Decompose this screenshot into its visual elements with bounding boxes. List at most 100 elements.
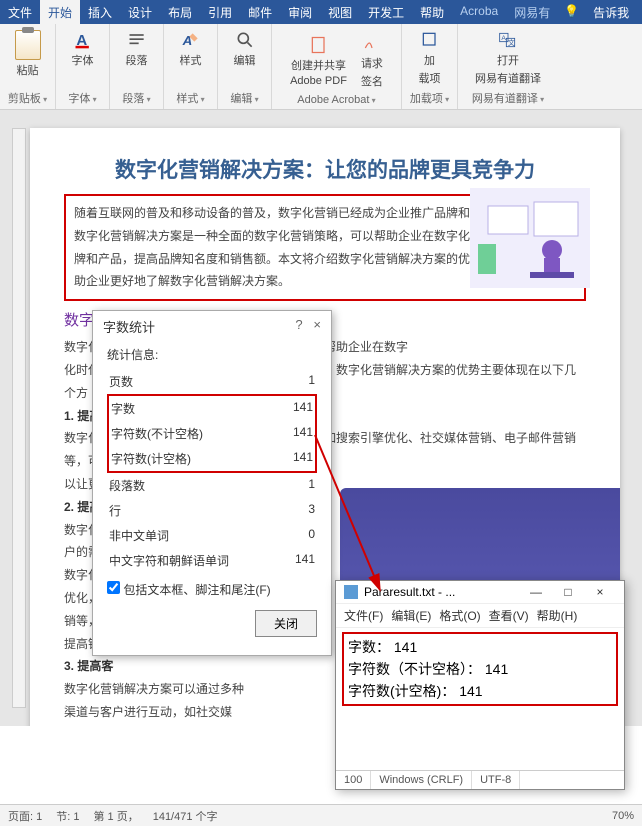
tab-help[interactable]: 帮助 <box>412 0 452 24</box>
svg-text:A: A <box>181 33 192 48</box>
wc-row-nonasian: 非中文单词0 <box>107 523 317 548</box>
addin-label2: 载项 <box>419 70 441 86</box>
np-menu-format[interactable]: 格式(O) <box>439 607 480 624</box>
status-section[interactable]: 节: 1 <box>56 808 79 824</box>
notepad-close[interactable]: × <box>584 585 616 599</box>
np-line-3: 字符数(计空格)： 141 <box>348 680 612 702</box>
wc-info-label: 统计信息: <box>107 346 317 363</box>
wc-row-lines: 行3 <box>107 498 317 523</box>
tab-design[interactable]: 设计 <box>120 0 160 24</box>
status-wordcount[interactable]: 141/471 个字 <box>153 808 218 824</box>
np-line-2: 字符数（不计空格）： 141 <box>348 658 612 680</box>
clipboard-group-label: 剪贴板 <box>8 90 47 107</box>
paste-label: 粘贴 <box>17 62 39 78</box>
netease-button[interactable]: A文 打开 网易有道翻译 <box>471 28 545 88</box>
notepad-body[interactable]: 字数： 141 字符数（不计空格）： 141 字符数(计空格)： 141 <box>336 628 624 710</box>
netease-group-label: 网易有道翻译 <box>472 90 544 107</box>
svg-text:文: 文 <box>508 38 515 47</box>
request-sign-button[interactable]: 请求 签名 <box>357 31 387 91</box>
status-zoom[interactable]: 70% <box>612 810 634 822</box>
wc-row-asian: 中文字符和朝鲜语单词141 <box>107 548 317 573</box>
acrobat-group-label: Adobe Acrobat <box>297 94 375 107</box>
status-page-of[interactable]: 第 1 页， <box>93 808 138 824</box>
addins-button[interactable]: 加 载项 <box>415 28 445 88</box>
tab-review[interactable]: 审阅 <box>280 0 320 24</box>
wc-include-checkbox[interactable]: 包括文本框、脚注和尾注(F) <box>107 581 317 598</box>
np-line-1: 字数： 141 <box>348 636 612 658</box>
notepad-maximize[interactable]: □ <box>552 585 584 599</box>
notepad-statusbar: 100 Windows (CRLF) UTF-8 <box>336 770 624 789</box>
tab-mailings[interactable]: 邮件 <box>240 0 280 24</box>
wc-close-button[interactable]: × <box>313 317 321 332</box>
notepad-highlight: 字数： 141 字符数（不计空格）： 141 字符数(计空格)： 141 <box>342 632 618 706</box>
wc-row-words: 字数141 <box>109 396 315 421</box>
styles-button[interactable]: A 样式 <box>176 28 206 70</box>
font-icon: A <box>73 30 93 50</box>
np-menu-help[interactable]: 帮助(H) <box>537 607 578 624</box>
create-pdf-button[interactable]: 创建并共享 Adobe PDF <box>286 33 351 89</box>
tab-file[interactable]: 文件 <box>0 0 40 24</box>
status-page[interactable]: 页面: 1 <box>8 808 42 824</box>
tell-me[interactable]: 告诉我 <box>585 0 637 24</box>
word-statusbar: 页面: 1 节: 1 第 1 页， 141/471 个字 70% <box>0 804 642 826</box>
tab-developer[interactable]: 开发工 <box>360 0 412 24</box>
svg-text:A: A <box>501 35 506 42</box>
search-icon <box>235 30 255 50</box>
netease-label: 网易有道翻译 <box>475 70 541 86</box>
wc-row-paragraphs: 段落数1 <box>107 473 317 498</box>
np-encoding: UTF-8 <box>472 771 520 789</box>
wc-dialog-title: 字数统计 <box>103 317 155 336</box>
create-pdf-label: 创建并共享 <box>291 57 346 73</box>
wc-highlighted-rows: 字数141 字符数(不计空格)141 字符数(计空格)141 <box>107 394 317 473</box>
tab-netease[interactable]: 网易有 <box>506 0 558 24</box>
pdf-icon <box>309 35 329 55</box>
edit-button[interactable]: 编辑 <box>230 28 260 70</box>
np-zoom: 100 <box>336 771 371 789</box>
tab-layout[interactable]: 布局 <box>160 0 200 24</box>
addins-group-label: 加载项 <box>410 90 449 107</box>
notepad-minimize[interactable]: — <box>520 585 552 599</box>
clipboard-icon <box>15 30 41 60</box>
wc-row-pages: 页数1 <box>107 369 317 394</box>
ribbon: 粘贴 剪贴板 A 字体 字体 段落 段落 A 样式 样式 编辑 编辑 <box>0 24 642 110</box>
addin-icon <box>420 30 440 50</box>
paste-button[interactable]: 粘贴 <box>11 28 45 80</box>
p11: 数字化营销解决方案可以通过多种渠道与客户进行互动，如社交媒体、在线客服等，可以及… <box>64 678 244 726</box>
translate-icon: A文 <box>498 30 518 50</box>
styles-icon: A <box>181 30 201 50</box>
annotation-arrow <box>310 430 410 610</box>
paragraph-icon <box>127 30 147 50</box>
tab-references[interactable]: 引用 <box>200 0 240 24</box>
font-button[interactable]: A 字体 <box>68 28 98 70</box>
font-group-label: 字体 <box>68 90 96 107</box>
addin-label1: 加 <box>424 52 435 68</box>
request-label: 请求 <box>361 55 383 71</box>
paragraph-label: 段落 <box>126 52 148 68</box>
lightbulb-icon: 💡 <box>558 0 585 24</box>
edit-label: 编辑 <box>234 52 256 68</box>
wc-help-button[interactable]: ? <box>295 317 302 332</box>
doc-title: 数字化营销解决方案：让您的品牌更具竞争力 <box>64 154 586 184</box>
tab-view[interactable]: 视图 <box>320 0 360 24</box>
wc-close-btn[interactable]: 关闭 <box>255 610 317 637</box>
np-encoding-crlf: Windows (CRLF) <box>371 771 472 789</box>
wc-row-chars-nospace: 字符数(不计空格)141 <box>109 421 315 446</box>
paragraph-button[interactable]: 段落 <box>122 28 152 70</box>
tab-acrobat[interactable]: Acroba <box>452 0 506 24</box>
tab-home[interactable]: 开始 <box>40 0 80 24</box>
np-menu-view[interactable]: 查看(V) <box>489 607 529 624</box>
sign-label: 签名 <box>361 73 383 89</box>
styles-label: 样式 <box>180 52 202 68</box>
font-label: 字体 <box>72 52 94 68</box>
tab-insert[interactable]: 插入 <box>80 0 120 24</box>
wc-checkbox[interactable] <box>107 581 120 594</box>
wc-checkbox-label: 包括文本框、脚注和尾注(F) <box>123 583 270 597</box>
ribbon-tabs: 文件 开始 插入 设计 布局 引用 邮件 审阅 视图 开发工 帮助 Acroba… <box>0 0 642 24</box>
word-count-dialog: 字数统计 ? × 统计信息: 页数1 字数141 字符数(不计空格)141 字符… <box>92 310 332 656</box>
paragraph-group-label: 段落 <box>122 90 150 107</box>
edit-group-label: 编辑 <box>230 90 258 107</box>
open-label: 打开 <box>497 52 519 68</box>
vertical-ruler[interactable] <box>12 128 26 708</box>
signature-icon <box>362 33 382 53</box>
illustration-image <box>470 188 590 288</box>
